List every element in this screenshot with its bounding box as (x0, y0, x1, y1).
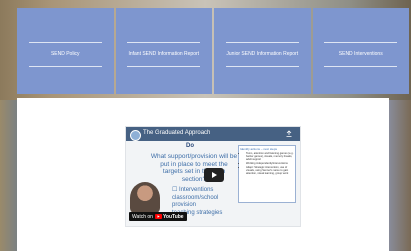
divider (324, 42, 398, 43)
video-embed[interactable]: The Graduated Approach Do What support/p… (125, 126, 301, 227)
play-button[interactable] (204, 168, 224, 182)
youtube-logo: YouTube (154, 213, 184, 220)
slide-heading: Do (186, 143, 194, 149)
watch-on-label: Watch on (132, 213, 153, 220)
play-icon (212, 172, 217, 178)
divider (225, 42, 299, 43)
divider (127, 66, 201, 67)
nav-tile-junior-send-report[interactable]: Junior SEND Information Report (214, 8, 311, 94)
send-nav: SEND Policy Infant SEND Information Repo… (17, 8, 409, 94)
divider (28, 66, 102, 67)
nav-tile-label: SEND Interventions (338, 51, 383, 57)
slide-bullet: ☐ Interventions (172, 187, 214, 193)
panel-list: Toom, attention and listening games (e.g… (246, 152, 294, 175)
divider (127, 42, 201, 43)
slide-bullet: classroom/school provision (172, 194, 219, 209)
share-icon[interactable] (286, 130, 292, 137)
panel-item: Adapt: Strategic intervention, use of vi… (246, 166, 294, 175)
nav-tile-label: Infant SEND Information Report (128, 51, 200, 57)
panel-heading: Identify actions – next steps (240, 147, 278, 151)
divider (28, 42, 102, 43)
youtube-play-icon (154, 214, 162, 219)
presenter-thumbnail (130, 182, 160, 214)
youtube-wordmark: YouTube (162, 213, 184, 220)
video-title[interactable]: The Graduated Approach (143, 130, 210, 136)
slide-question: What support/provision will be put in pl… (150, 153, 238, 183)
nav-tile-send-policy[interactable]: SEND Policy (17, 8, 114, 94)
nav-tile-send-interventions[interactable]: SEND Interventions (312, 8, 409, 94)
panel-item: Working independently/interventions (246, 162, 294, 165)
slide-side-panel: Identify actions – next steps Toom, atte… (238, 145, 296, 203)
nav-tile-label: Junior SEND Information Report (226, 51, 299, 57)
nav-tile-infant-send-report[interactable]: Infant SEND Information Report (115, 8, 212, 94)
panel-item: Toom, attention and listening games (e.g… (246, 152, 294, 161)
nav-tile-label: SEND Policy (50, 51, 80, 57)
channel-avatar-icon[interactable] (130, 130, 141, 141)
watch-on-youtube-button[interactable]: Watch on YouTube (129, 212, 187, 221)
divider (225, 66, 299, 67)
divider (324, 66, 398, 67)
